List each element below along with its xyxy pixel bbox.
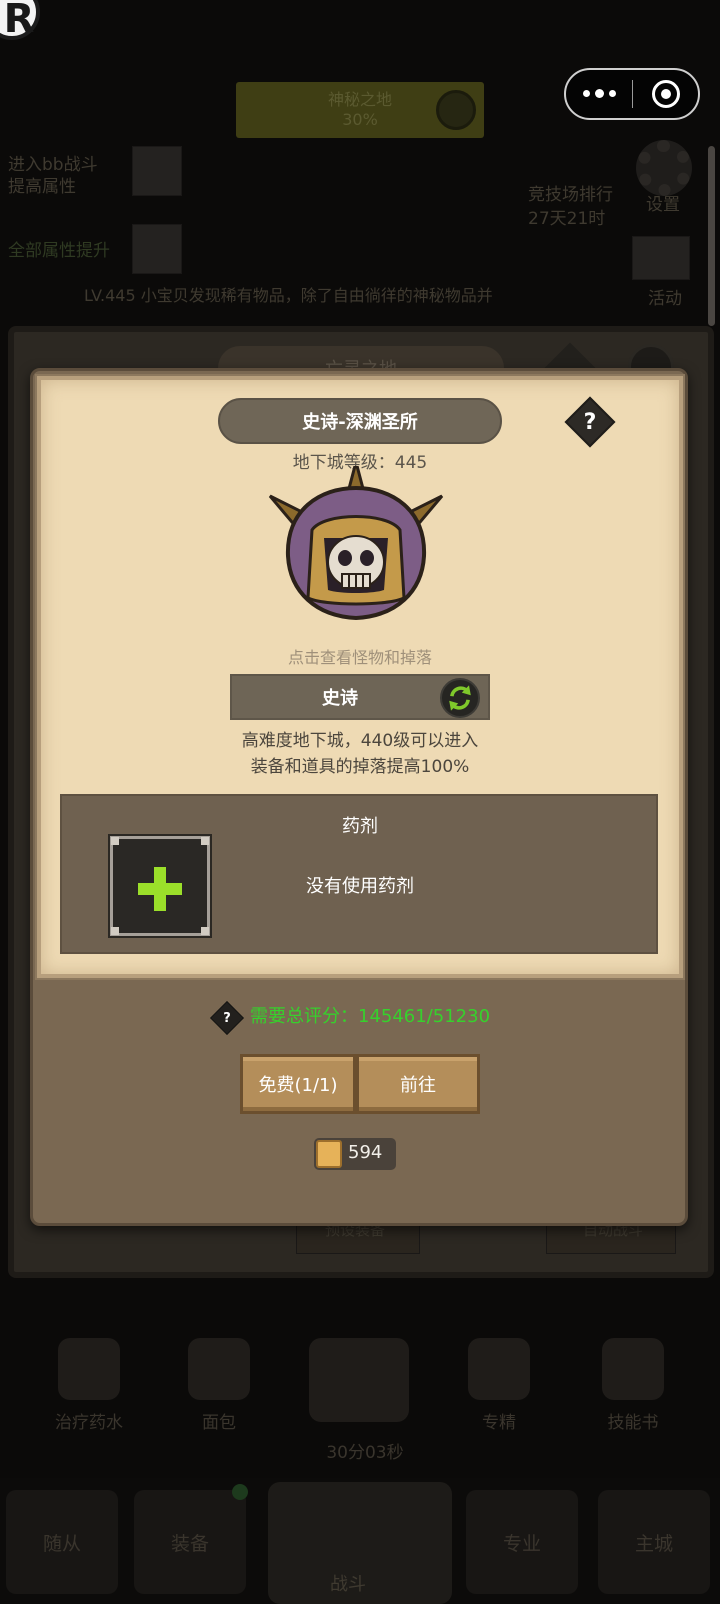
description-line-1: 高难度地下城，440级可以进入 [241,731,479,751]
requirement-help-glyph: ? [223,1010,231,1026]
nav-profession[interactable]: 专业 [466,1490,578,1594]
score-requirement: 需要总评分：145461/51230 [250,1006,491,1027]
potion-section-title: 药剂 [342,816,378,837]
page-scrollbar[interactable] [708,146,715,326]
settings-gear-icon[interactable] [636,140,692,196]
nav-equipment[interactable]: 装备 [134,1490,246,1594]
app-logo[interactable]: R [0,0,40,42]
mastery-icon [468,1338,530,1400]
nav-town[interactable]: 主城 [598,1490,710,1594]
plus-icon-vertical [154,867,166,911]
dungeon-title: 史诗-深渊圣所 [218,398,502,444]
bg-right-line2: 27天21时 [528,209,606,229]
help-icon-glyph: ? [583,409,597,435]
bg-left-line3: 全部属性提升 [8,241,110,261]
event-banner-sub: 30% [342,110,378,129]
switch-difficulty-icon[interactable] [440,678,480,718]
activity-chest-icon[interactable] [632,236,690,280]
nav-battle[interactable]: 战斗 [268,1482,452,1604]
book-icon [309,1338,409,1422]
bg-consumables-row: 治疗药水 面包 专精 技能书 [0,1320,720,1440]
bg-consumable-book[interactable] [304,1320,414,1440]
description-line-2: 装备和道具的掉落提高100% [250,757,470,777]
bg-consumable-mastery[interactable]: 专精 [444,1320,554,1440]
event-banner[interactable]: 神秘之地 30% [236,82,484,138]
bg-ticker: LV.445 小宝贝发现稀有物品，除了自由徜徉的神秘物品并 [84,286,493,305]
free-entry-button[interactable]: 免费(1/1) [240,1054,356,1114]
nav-followers[interactable]: 随从 [6,1490,118,1594]
scroll-count: 594 [348,1142,383,1163]
bread-icon [188,1338,250,1400]
nav-notification-dot [232,1484,248,1500]
settings-label: 设置 [646,195,680,215]
potion-status: 没有使用药剂 [306,876,414,897]
bg-timer: 30分03秒 [326,1443,404,1463]
difficulty-label: 史诗 [322,688,358,709]
bg-item-slot-2 [132,224,182,274]
scroll-icon [316,1140,342,1168]
bg-right-line1: 竞技场排行 [528,185,613,205]
bg-item-slot-1 [132,146,182,196]
close-miniprogram-icon[interactable] [633,80,698,108]
bg-left-line2: 提高属性 [8,177,76,197]
bg-consumable-bread[interactable]: 面包 [164,1320,274,1440]
nav-battle-label: 战斗 [330,1574,366,1595]
miniprogram-capsule [564,68,700,120]
go-button[interactable]: 前往 [356,1054,480,1114]
difficulty-description: 高难度地下城，440级可以进入 装备和道具的掉落提高100% [170,728,550,780]
bg-consumable-skillbook[interactable]: 技能书 [578,1320,688,1440]
skillbook-icon [602,1338,664,1400]
event-banner-icon [436,90,476,130]
potion-icon [58,1338,120,1400]
more-options-icon[interactable] [566,89,632,98]
activity-label: 活动 [648,289,682,309]
monster-hint[interactable]: 点击查看怪物和掉落 [200,644,520,668]
bg-consumable-potion[interactable]: 治疗药水 [34,1320,144,1440]
skull-knight-monster-icon[interactable] [268,466,444,642]
event-banner-title: 神秘之地 [327,90,392,109]
